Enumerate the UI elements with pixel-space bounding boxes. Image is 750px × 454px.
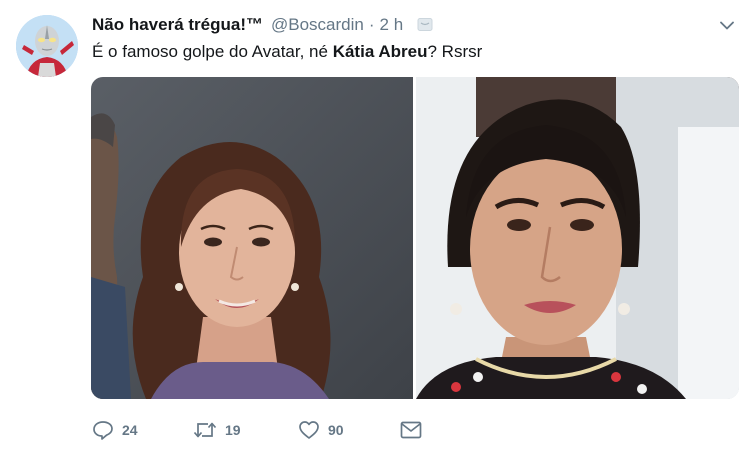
reply-button[interactable]: 24	[92, 418, 193, 442]
timestamp[interactable]: 2 h	[380, 15, 404, 35]
notification-icon	[417, 17, 433, 33]
reply-count: 24	[122, 422, 138, 438]
separator-dot: ·	[368, 15, 375, 34]
direct-message-button[interactable]	[400, 418, 422, 442]
retweet-count: 19	[225, 422, 241, 438]
heart-icon	[298, 420, 320, 440]
avatar[interactable]	[16, 15, 78, 77]
like-count: 90	[328, 422, 344, 438]
retweet-icon	[193, 420, 217, 440]
media-grid	[91, 77, 739, 399]
tweet-header: Não haverá trégua!™ @Boscardin · 2 h	[92, 14, 433, 36]
display-name[interactable]: Não haverá trégua!™	[92, 15, 263, 35]
reply-icon	[92, 420, 114, 440]
retweet-button[interactable]: 19	[193, 418, 298, 442]
mentioned-name[interactable]: Kátia Abreu	[333, 42, 428, 61]
tweet-text-start: É o famoso golpe do Avatar, né	[92, 42, 333, 61]
direct-message-icon	[400, 421, 422, 439]
photo-2[interactable]	[416, 77, 739, 399]
tweet: Não haverá trégua!™ @Boscardin · 2 h É o…	[0, 0, 750, 454]
tweet-text-end: ? Rsrsr	[427, 42, 483, 61]
tweet-text: É o famoso golpe do Avatar, né Kátia Abr…	[92, 41, 482, 63]
like-button[interactable]: 90	[298, 418, 400, 442]
tweet-actions: 24 19 90	[92, 418, 422, 442]
photo-1[interactable]	[91, 77, 413, 399]
user-handle[interactable]: @Boscardin	[271, 15, 364, 35]
chevron-down-icon[interactable]	[718, 16, 736, 34]
ultraman-avatar-image	[16, 15, 78, 77]
